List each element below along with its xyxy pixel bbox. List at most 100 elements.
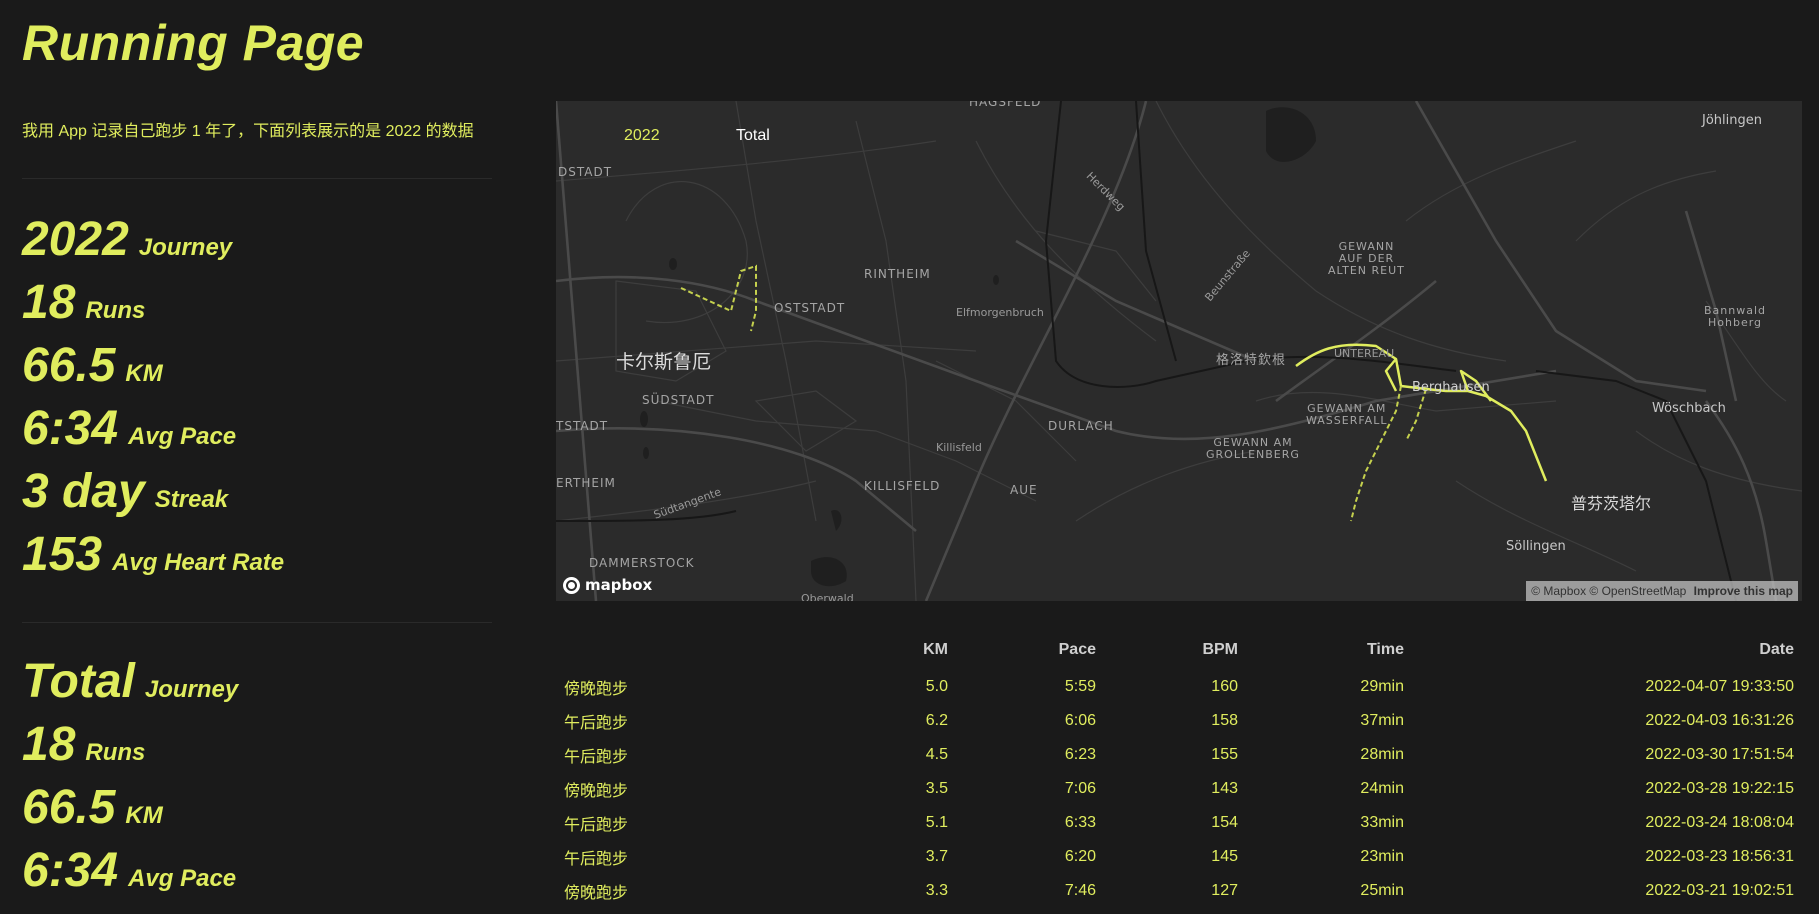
map-label: AUE [1010, 483, 1038, 497]
table-row[interactable]: 傍晚跑步 3.3 7:46 127 25min 2022-03-21 19:02… [556, 874, 1802, 908]
mapbox-logo[interactable]: mapbox [563, 576, 652, 594]
run-time: 25min [1360, 882, 1404, 899]
map-label: 格洛特欽根 [1216, 353, 1287, 368]
run-date: 2022-03-23 18:56:31 [1645, 848, 1794, 865]
stat-value: 2022 [22, 213, 129, 266]
stat-label: Avg Pace [128, 423, 237, 450]
run-bpm: 127 [1211, 882, 1238, 899]
run-name: 傍晚跑步 [564, 885, 629, 902]
run-pace: 6:33 [1064, 814, 1096, 831]
map-label: DSTADT [558, 165, 613, 179]
run-name: 午后跑步 [564, 817, 629, 834]
page: Running Page 我用 App 记录自己跑步 1 年了，下面列表展示的是… [0, 0, 1819, 914]
map-label: DAMMERSTOCK [589, 556, 695, 570]
table-row[interactable]: 午后跑步 5.1 6:33 154 33min 2022-03-24 18:08… [556, 806, 1802, 840]
run-km: 6.2 [925, 712, 948, 729]
map-label: Elfmorgenbruch [956, 306, 1044, 319]
map-label: TSTADT [556, 419, 609, 433]
run-pace: 6:06 [1064, 712, 1096, 729]
run-pace: 5:59 [1064, 678, 1096, 695]
stat-total-pace: 6:34 Avg Pace [22, 839, 492, 902]
stat-total-km: 66.5 KM [22, 776, 492, 839]
stat-year-streak: 3 day Streak [22, 460, 492, 523]
map-label-city: 普芬茨塔尔 [1571, 494, 1652, 513]
run-name: 午后跑步 [564, 749, 629, 766]
map-label: KILLISFELD [864, 479, 941, 493]
table-row[interactable]: 午后跑步 6.2 6:06 158 37min 2022-04-03 16:31… [556, 704, 1802, 738]
map-base-layer [556, 101, 1802, 601]
map-attribution: © Mapbox © OpenStreetMap Improve this ma… [1526, 581, 1798, 601]
stat-label: Runs [85, 739, 146, 766]
map-label: Wöschbach [1652, 401, 1726, 416]
mapbox-logo-text: mapbox [585, 576, 653, 594]
attribution-text[interactable]: © Mapbox © OpenStreetMap [1531, 584, 1686, 598]
stat-year-heart-rate: 153 Avg Heart Rate [22, 523, 492, 586]
stat-value: 18 [22, 718, 76, 771]
stat-label: KM [125, 802, 163, 829]
stat-label: Avg Heart Rate [112, 549, 285, 576]
run-date: 2022-03-28 19:22:15 [1645, 780, 1794, 797]
table-row[interactable]: 午后跑步 4.5 6:23 155 28min 2022-03-30 17:51… [556, 738, 1802, 772]
year-stats: 2022 Journey 18 Runs 66.5 KM 6:34 Avg Pa… [22, 208, 492, 586]
table-row[interactable]: 傍晚跑步 3.5 7:06 143 24min 2022-03-28 19:22… [556, 772, 1802, 806]
map-label: Oberwald [801, 592, 854, 601]
stat-year-pace: 6:34 Avg Pace [22, 397, 492, 460]
route-map[interactable]: 2022 Total HAGSFELD DSTADT RINTHEIM OSTS… [556, 101, 1802, 601]
run-date: 2022-04-07 19:33:50 [1645, 678, 1794, 695]
run-time: 28min [1360, 746, 1404, 763]
map-label: RINTHEIM [864, 267, 931, 281]
stat-value: 6:34 [22, 844, 119, 897]
stat-value: 6:34 [22, 402, 119, 455]
total-stats: Total Journey 18 Runs 66.5 KM 6:34 Avg P… [22, 650, 492, 902]
stat-label: KM [125, 360, 163, 387]
table-row[interactable]: 傍晚跑步 5.0 5:59 160 29min 2022-04-07 19:33… [556, 670, 1802, 704]
intro-text: 我用 App 记录自己跑步 1 年了，下面列表展示的是 2022 的数据 [22, 123, 474, 140]
run-name: 午后跑步 [564, 851, 629, 868]
run-date: 2022-03-30 17:51:54 [1645, 746, 1794, 763]
run-km: 3.3 [925, 882, 948, 899]
mapbox-logo-icon [563, 576, 580, 594]
left-panel: 我用 App 记录自己跑步 1 年了，下面列表展示的是 2022 的数据 202… [22, 118, 492, 902]
stat-year-km: 66.5 KM [22, 334, 492, 397]
run-date: 2022-04-03 16:31:26 [1645, 712, 1794, 729]
column-header-pace: Pace [1058, 641, 1096, 658]
run-km: 5.1 [925, 814, 948, 831]
map-label: DURLACH [1048, 419, 1114, 433]
map-label: Söllingen [1506, 539, 1566, 554]
map-label: Jöhlingen [1702, 113, 1762, 128]
page-title[interactable]: Running Page [22, 14, 364, 72]
tab-2022[interactable]: 2022 [624, 127, 660, 145]
run-km: 3.5 [925, 780, 948, 797]
stat-year-runs: 18 Runs [22, 271, 492, 334]
stat-value: 153 [22, 528, 103, 581]
stat-value: 18 [22, 276, 76, 329]
divider [22, 178, 492, 179]
run-time: 37min [1360, 712, 1404, 729]
table-row[interactable]: 午后跑步 3.7 6:20 145 23min 2022-03-23 18:56… [556, 840, 1802, 874]
run-pace: 6:23 [1064, 746, 1096, 763]
stat-value: 3 day [22, 465, 145, 518]
stat-value: Total [22, 655, 135, 708]
improve-map-link[interactable]: Improve this map [1694, 584, 1793, 598]
run-bpm: 155 [1211, 746, 1238, 763]
stat-year-journey[interactable]: 2022 Journey [22, 208, 492, 271]
stat-label: Streak [154, 486, 229, 513]
map-label: HAGSFELD [969, 101, 1042, 109]
divider [22, 622, 492, 623]
column-header-time: Time [1366, 641, 1404, 658]
column-header-bpm: BPM [1202, 641, 1238, 658]
run-pace: 7:46 [1064, 882, 1096, 899]
run-pace: 7:06 [1064, 780, 1096, 797]
stat-label: Journey [144, 676, 239, 703]
major-roads [556, 101, 1778, 601]
map-label: GEWANN AM WASSERFALL [1306, 402, 1388, 427]
stat-total-journey[interactable]: Total Journey [22, 650, 492, 713]
column-header-date: Date [1759, 641, 1794, 658]
map-label-city: 卡尔斯鲁厄 [616, 351, 712, 373]
stat-label: Avg Pace [128, 865, 237, 892]
run-name: 午后跑步 [564, 715, 629, 732]
tab-total[interactable]: Total [736, 127, 770, 145]
run-date: 2022-03-24 18:08:04 [1645, 814, 1794, 831]
map-label: OSTSTADT [774, 301, 846, 315]
run-bpm: 154 [1211, 814, 1238, 831]
